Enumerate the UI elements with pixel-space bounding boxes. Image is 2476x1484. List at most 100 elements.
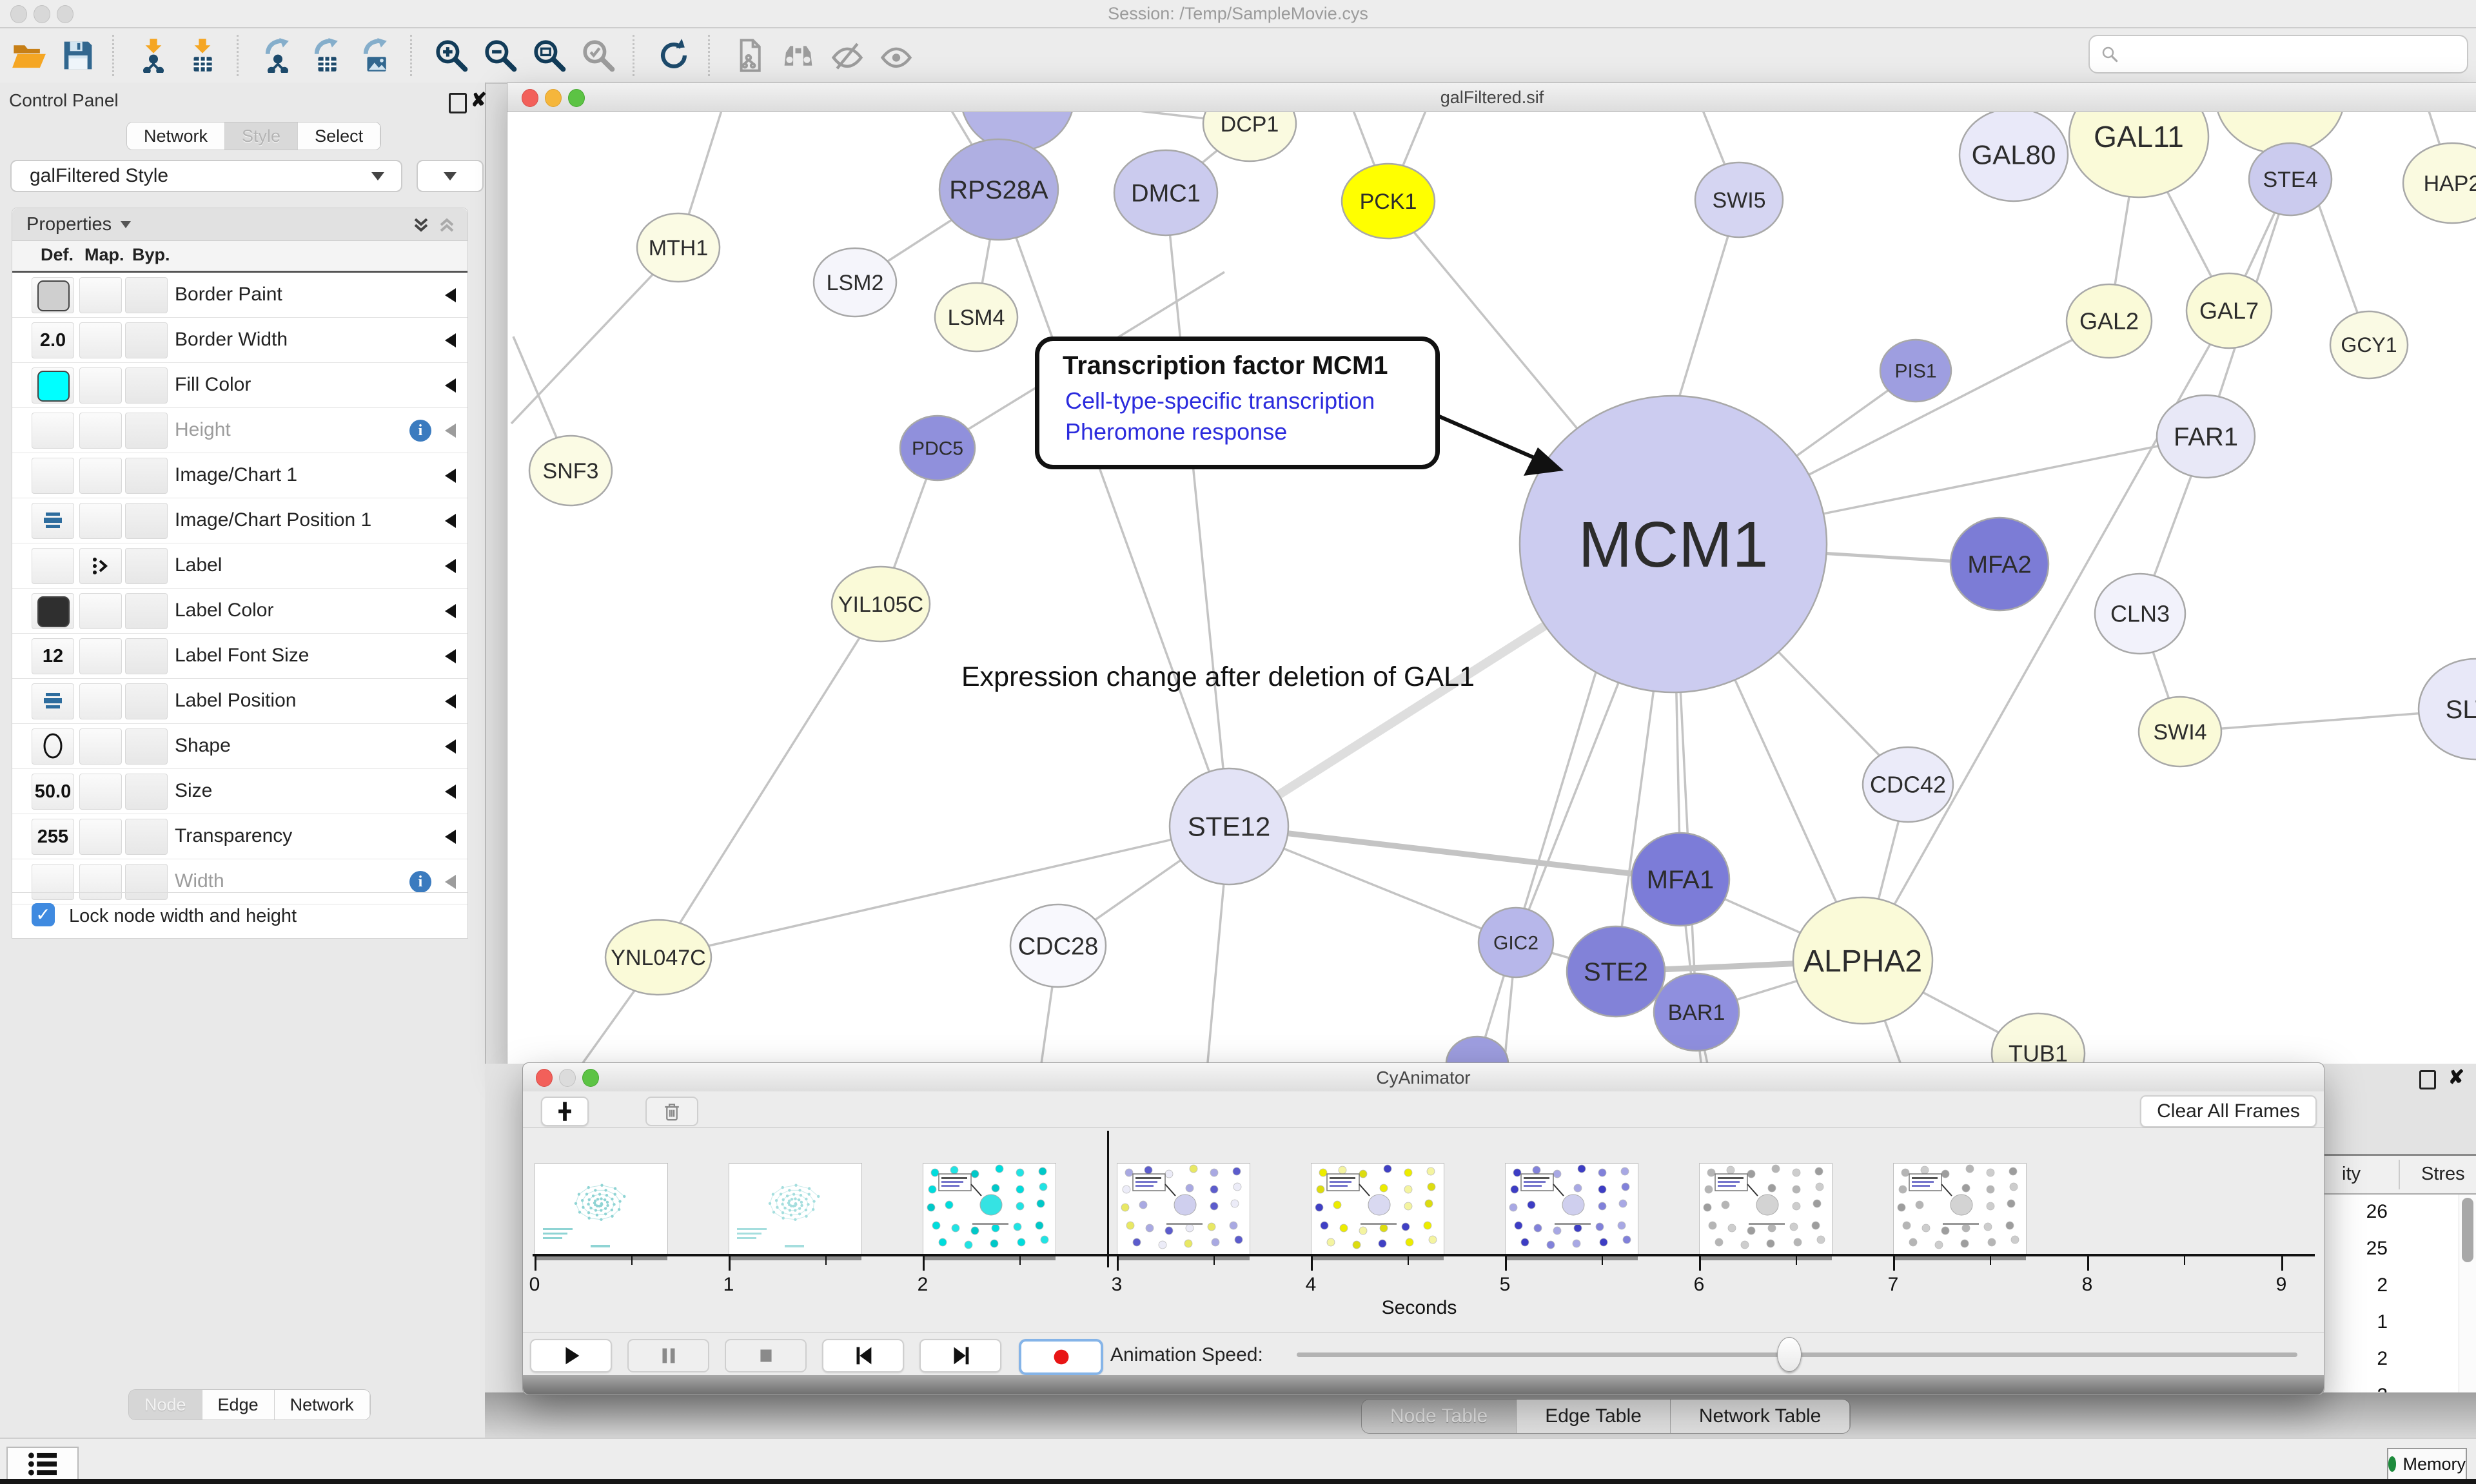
zoom-fit-icon[interactable] [529,35,569,75]
frame-thumbnail-5[interactable] [1505,1163,1638,1255]
search-input[interactable] [2126,43,2467,65]
property-row-image-chart-position-1[interactable]: Image/Chart Position 1 [12,498,467,543]
edge[interactable] [658,826,1229,957]
annotation-box[interactable]: Transcription factor MCM1 Cell-type-spec… [1035,337,1440,469]
map-cell[interactable] [79,277,122,313]
pause-button[interactable] [627,1339,709,1372]
column-header[interactable]: ity [2323,1164,2361,1185]
float-panel-icon[interactable] [2419,1070,2436,1089]
style-selector[interactable]: galFiltered Style [10,160,402,192]
node-gcy1[interactable]: GCY1 [2330,311,2408,378]
node-mfa1[interactable]: MFA1 [1631,833,1729,926]
export-network-icon[interactable] [258,35,298,75]
node-lsm4[interactable]: LSM4 [935,283,1017,351]
timeline-playhead[interactable] [1107,1131,1109,1267]
edge[interactable] [658,604,881,957]
collapse-arrow-icon[interactable] [445,559,456,573]
tab-network[interactable]: Network [275,1390,370,1420]
map-cell[interactable] [79,367,122,404]
collapse-arrow-icon[interactable] [445,378,456,393]
play-button[interactable] [530,1339,612,1372]
column-header[interactable]: Stres [2421,1164,2465,1185]
collapse-arrow-icon[interactable] [445,333,456,347]
export-table-icon[interactable] [307,35,347,75]
tab-style[interactable]: Style [225,122,298,150]
search-box[interactable] [2088,35,2468,73]
info-icon[interactable]: i [409,871,431,893]
collapse-arrow-icon[interactable] [445,424,456,438]
default-value[interactable]: 255 [32,826,74,848]
export-image-icon[interactable] [356,35,396,75]
scrollbar-thumb[interactable] [2462,1198,2473,1262]
frame-thumbnail-4[interactable] [1311,1163,1444,1255]
expand-all-icon[interactable] [412,216,430,234]
property-row-height[interactable]: Heighti [12,408,467,453]
byp-cell[interactable] [125,819,168,855]
byp-cell[interactable] [125,548,168,584]
table-row[interactable]: 2 [2323,1268,2459,1305]
node-ste4[interactable]: STE4 [2249,143,2332,215]
tab-edge[interactable]: Edge [202,1390,275,1420]
node-cdc42[interactable]: CDC42 [1863,747,1953,822]
lock-size-checkbox[interactable]: ✓ [32,903,55,926]
frame-thumbnail-1[interactable] [729,1163,862,1255]
property-row-transparency[interactable]: 255Transparency [12,814,467,859]
float-panel-icon[interactable] [449,93,467,113]
save-session-icon[interactable] [58,35,98,75]
def-cell[interactable] [32,548,74,584]
frame-thumbnail-6[interactable] [1699,1163,1832,1255]
import-network-icon[interactable] [133,35,173,75]
property-row-size[interactable]: 50.0Size [12,769,467,814]
refresh-view-icon[interactable] [654,35,694,75]
table-row[interactable]: 2 [2323,1342,2459,1378]
map-cell[interactable] [79,593,122,629]
byp-cell[interactable] [125,458,168,494]
collapse-arrow-icon[interactable] [445,785,456,799]
frame-thumbnail-2[interactable] [923,1163,1056,1255]
property-row-label[interactable]: Label [12,543,467,589]
property-row-label-position[interactable]: Label Position [12,679,467,724]
table-row[interactable]: 1 [2323,1305,2459,1342]
map-cell[interactable] [79,413,122,449]
tab-network[interactable]: Network [127,122,225,150]
default-value[interactable]: 50.0 [32,781,74,803]
property-row-label-font-size[interactable]: 12Label Font Size [12,634,467,679]
cyanimator-timeline[interactable]: 0123456789 Seconds [523,1128,2324,1333]
collapse-arrow-icon[interactable] [445,830,456,844]
def-cell[interactable] [32,503,74,539]
node-swi5[interactable]: SWI5 [1695,162,1783,237]
map-cell[interactable] [79,322,122,358]
def-cell[interactable] [32,458,74,494]
node-lsm2[interactable]: LSM2 [814,248,896,317]
node-ynl047c[interactable]: YNL047C [605,920,711,995]
node-cdc28[interactable]: CDC28 [1010,904,1106,987]
node-cln3[interactable]: CLN3 [2095,574,2185,654]
tab-node-table[interactable]: Node Table [1362,1400,1517,1433]
default-swatch[interactable] [37,280,70,311]
node-ste2[interactable]: STE2 [1567,926,1665,1017]
node-pis1[interactable]: PIS1 [1880,340,1951,402]
map-cell[interactable] [79,458,122,494]
close-panel-icon[interactable]: ✘ [471,89,487,112]
node-bar1[interactable]: BAR1 [1654,973,1739,1051]
collapse-arrow-icon[interactable] [445,649,456,663]
node-rps28a[interactable]: RPS28A [939,139,1058,240]
node-hap2[interactable]: HAP2 [2403,143,2476,223]
tab-edge-table[interactable]: Edge Table [1517,1400,1671,1433]
table-row[interactable]: 26 [2323,1195,2459,1231]
edge[interactable] [999,190,1229,826]
def-cell[interactable] [32,728,74,765]
frame-thumbnail-3[interactable] [1117,1163,1250,1255]
node-ste12[interactable]: STE12 [1170,768,1288,884]
node-pdc5[interactable]: PDC5 [900,416,975,480]
node-gal7[interactable]: GAL7 [2186,273,2272,348]
byp-cell[interactable] [125,322,168,358]
property-row-border-width[interactable]: 2.0Border Width [12,318,467,363]
zoom-out-icon[interactable] [480,35,520,75]
default-value[interactable]: 12 [32,646,74,667]
byp-cell[interactable] [125,277,168,313]
def-cell[interactable]: 2.0 [32,322,74,358]
collapse-arrow-icon[interactable] [445,694,456,708]
def-cell[interactable] [32,683,74,719]
byp-cell[interactable] [125,774,168,810]
